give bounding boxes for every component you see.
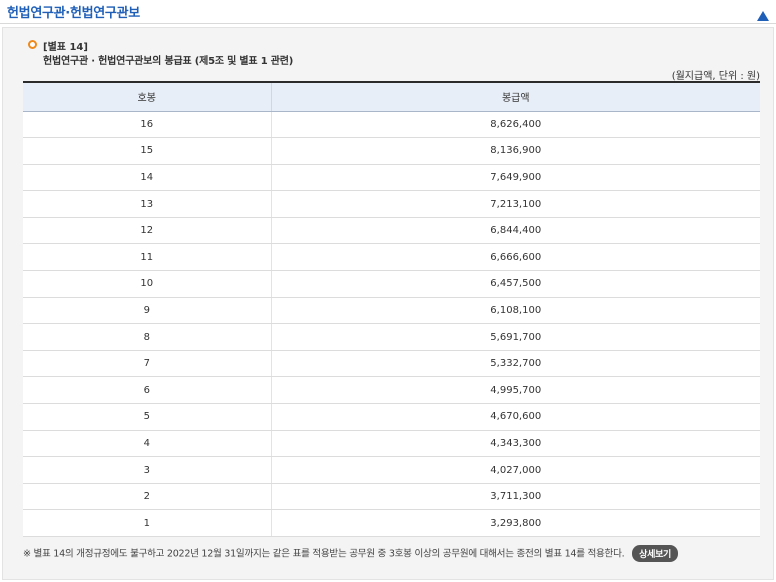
table-row: 10 6,457,500 — [23, 270, 760, 298]
salary-cell: 7,213,100 — [271, 190, 760, 218]
table-number-label: [별표 14] — [43, 42, 88, 53]
unit-note: (월지급액, 단위 : 원) — [671, 71, 760, 82]
salary-cell: 6,844,400 — [271, 217, 760, 245]
footnote-text: ※ 별표 14의 개정규정에도 불구하고 2022년 12월 31일까지는 같은… — [23, 548, 625, 560]
salary-cell: 6,666,600 — [271, 243, 760, 272]
grade-cell: 6 — [23, 376, 272, 405]
grade-cell: 10 — [23, 270, 272, 298]
salary-cell: 8,136,900 — [271, 137, 760, 165]
grade-cell: 8 — [23, 323, 272, 351]
table-row: 13 7,213,100 — [23, 190, 760, 218]
table-row: 9 6,108,100 — [23, 297, 760, 325]
salary-cell: 3,293,800 — [271, 509, 760, 537]
salary-cell: 4,027,000 — [271, 456, 760, 484]
table-row: 8 5,691,700 — [23, 323, 760, 351]
grade-cell: 4 — [23, 430, 272, 458]
circle-bullet-icon — [28, 40, 37, 49]
grade-cell: 2 — [23, 483, 272, 511]
table-header-row: 호봉 봉급액 — [23, 82, 760, 112]
grade-cell: 11 — [23, 243, 272, 272]
salary-cell: 6,457,500 — [271, 270, 760, 298]
grade-cell: 5 — [23, 403, 272, 431]
table-row: 4 4,343,300 — [23, 430, 760, 458]
footnote: ※ 별표 14의 개정규정에도 불구하고 2022년 12월 31일까지는 같은… — [23, 545, 679, 562]
grade-cell: 16 — [23, 111, 272, 139]
grade-cell: 7 — [23, 350, 272, 378]
table-row: 3 4,027,000 — [23, 456, 760, 484]
grade-cell: 9 — [23, 297, 272, 325]
section-header: 헌법연구관·헌법연구관보 — [0, 0, 776, 24]
table-row: 6 4,995,700 — [23, 376, 760, 405]
salary-cell: 8,626,400 — [271, 111, 760, 139]
table-row: 1 3,293,800 — [23, 509, 760, 537]
grade-cell: 14 — [23, 164, 272, 192]
table-row: 2 3,711,300 — [23, 483, 760, 511]
table-row: 16 8,626,400 — [23, 111, 760, 139]
table-caption: 헌법연구관 · 헌법연구관보의 봉급표 (제5조 및 별표 1 관련) — [43, 56, 294, 67]
table-row: 12 6,844,400 — [23, 217, 760, 245]
salary-cell: 5,332,700 — [271, 350, 760, 378]
table-row: 14 7,649,900 — [23, 164, 760, 192]
column-header-grade: 호봉 — [23, 82, 272, 112]
table-row: 15 8,136,900 — [23, 137, 760, 165]
salary-cell: 7,649,900 — [271, 164, 760, 192]
salary-cell: 6,108,100 — [271, 297, 760, 325]
section-title: 헌법연구관·헌법연구관보 — [7, 6, 140, 21]
triangle-up-icon[interactable] — [757, 6, 769, 21]
table-row: 7 5,332,700 — [23, 350, 760, 378]
grade-cell: 1 — [23, 509, 272, 537]
salary-cell: 4,995,700 — [271, 376, 760, 405]
salary-table: 호봉 봉급액 16 8,626,400 15 8,136,900 14 7,649,9… — [23, 81, 760, 537]
table-row: 11 6,666,600 — [23, 243, 760, 272]
detail-view-button[interactable]: 상세보기 — [632, 545, 679, 562]
salary-cell: 5,691,700 — [271, 323, 760, 351]
grade-cell: 15 — [23, 137, 272, 165]
salary-cell: 4,670,600 — [271, 403, 760, 431]
grade-cell: 12 — [23, 217, 272, 245]
grade-cell: 3 — [23, 456, 272, 484]
table-row: 5 4,670,600 — [23, 403, 760, 431]
salary-cell: 4,343,300 — [271, 430, 760, 458]
grade-cell: 13 — [23, 190, 272, 218]
salary-table-page: 헌법연구관·헌법연구관보 [별표 14] 헌법연구관 · 헌법연구관보의 봉급표… — [0, 0, 776, 582]
column-header-salary: 봉급액 — [271, 82, 760, 112]
salary-cell: 3,711,300 — [271, 483, 760, 511]
